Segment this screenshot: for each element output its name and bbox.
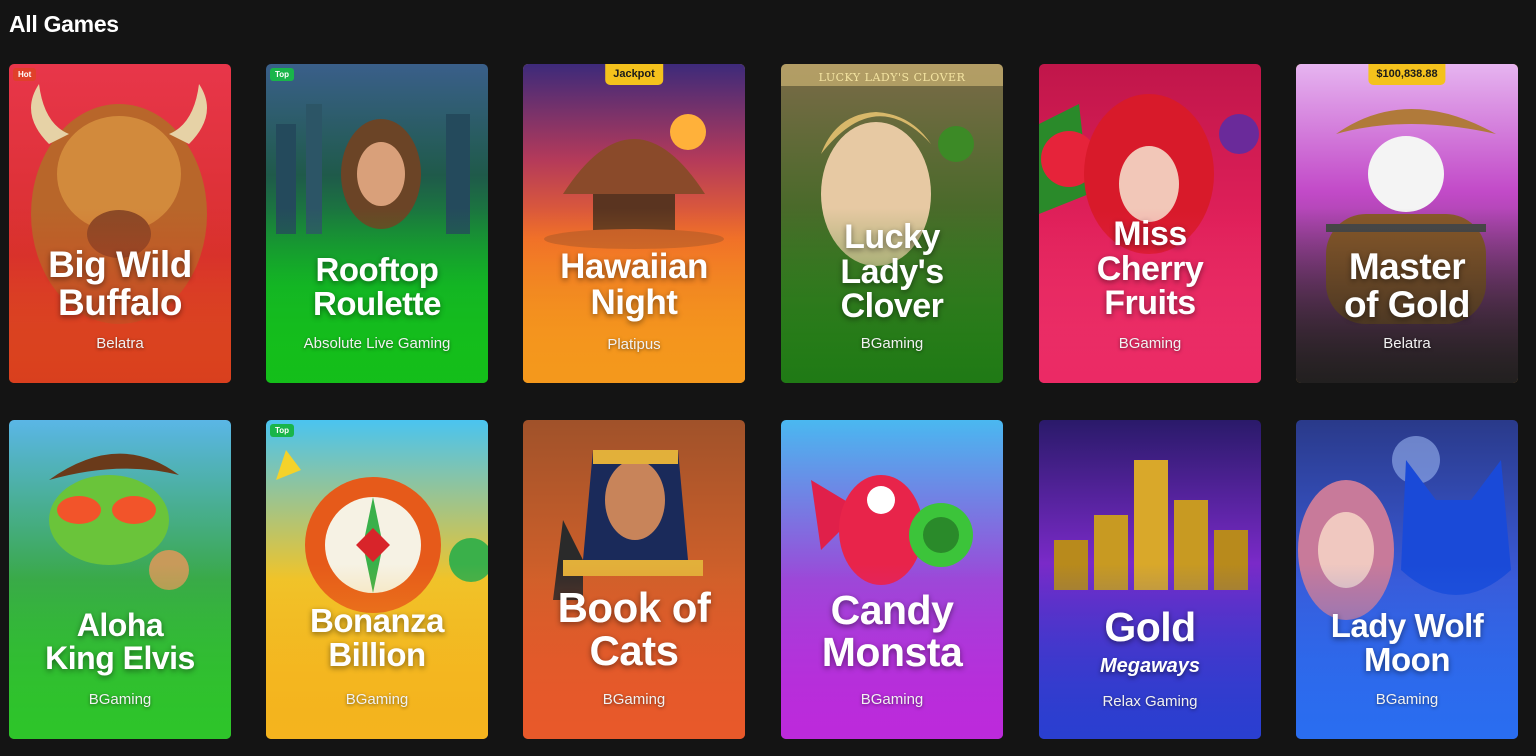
game-provider: BGaming <box>602 691 666 708</box>
game-title: Candy Monsta <box>821 587 963 675</box>
game-provider: BGaming <box>1118 335 1182 352</box>
game-card-lucky-ladys-clover[interactable]: LUCKY LADY'S CLOVER Lucky Lady's Clover … <box>781 64 1003 383</box>
game-card-bonanza-billion[interactable]: Bonanza Billion BGaming Top <box>266 420 488 739</box>
game-provider: BGaming <box>1375 691 1439 708</box>
game-provider: BGaming <box>860 335 924 352</box>
game-provider: BGaming <box>345 691 409 708</box>
game-title: Rooftop Roulette <box>313 251 442 322</box>
game-title: Bonanza Billion <box>309 602 445 673</box>
game-art-title: LUCKY LADY'S CLOVER <box>818 71 966 84</box>
game-card-aloha-king-elvis[interactable]: Aloha King Elvis BGaming <box>9 420 231 739</box>
game-title: Lady Wolf Moon <box>1330 607 1484 678</box>
game-card-lady-wolf-moon[interactable]: Lady Wolf Moon BGaming <box>1296 420 1518 739</box>
section-title: All Games <box>9 11 119 37</box>
game-title: Book of Cats <box>557 584 711 674</box>
game-title: Miss Cherry Fruits <box>1096 215 1204 323</box>
top-badge: Top <box>270 424 295 437</box>
top-badge: Top <box>270 68 295 81</box>
game-title: Aloha King Elvis <box>45 607 195 676</box>
game-card-big-wild-buffalo[interactable]: Big Wild Buffalo Belatra Hot <box>9 64 231 383</box>
game-card-candy-monsta[interactable]: Candy Monsta BGaming <box>781 420 1003 739</box>
game-provider: BGaming <box>860 691 924 708</box>
game-card-hawaiian-night[interactable]: Hawaiian Night Platipus Jackpot <box>523 64 745 383</box>
jackpot-amount-tag: $100,838.88 <box>1368 64 1446 85</box>
game-card-book-of-cats[interactable]: Book of Cats BGaming <box>523 420 745 739</box>
game-title: Gold <box>1104 604 1196 650</box>
game-provider: BGaming <box>88 691 152 708</box>
game-card-gold-megaways[interactable]: Gold Megaways Relax Gaming <box>1039 420 1261 739</box>
game-card-rooftop-roulette[interactable]: Rooftop Roulette Absolute Live Gaming To… <box>266 64 488 383</box>
game-title: Big Wild Buffalo <box>48 244 192 323</box>
game-subtitle: Megaways <box>1099 655 1201 677</box>
game-provider: Belatra <box>1383 335 1431 352</box>
game-provider: Belatra <box>96 335 144 352</box>
game-title: Lucky Lady's Clover <box>840 218 944 326</box>
game-card-master-of-gold[interactable]: Master of Gold Belatra $100,838.88 <box>1296 64 1518 383</box>
hot-badge: Hot <box>13 68 37 81</box>
game-card-miss-cherry-fruits[interactable]: Miss Cherry Fruits BGaming <box>1039 64 1261 383</box>
jackpot-tag: Jackpot <box>605 64 663 85</box>
game-provider: Absolute Live Gaming <box>303 335 451 352</box>
game-title: Hawaiian Night <box>560 247 708 322</box>
game-title: Master of Gold <box>1344 246 1470 325</box>
game-provider: Platipus <box>607 336 661 353</box>
game-provider: Relax Gaming <box>1102 693 1198 710</box>
